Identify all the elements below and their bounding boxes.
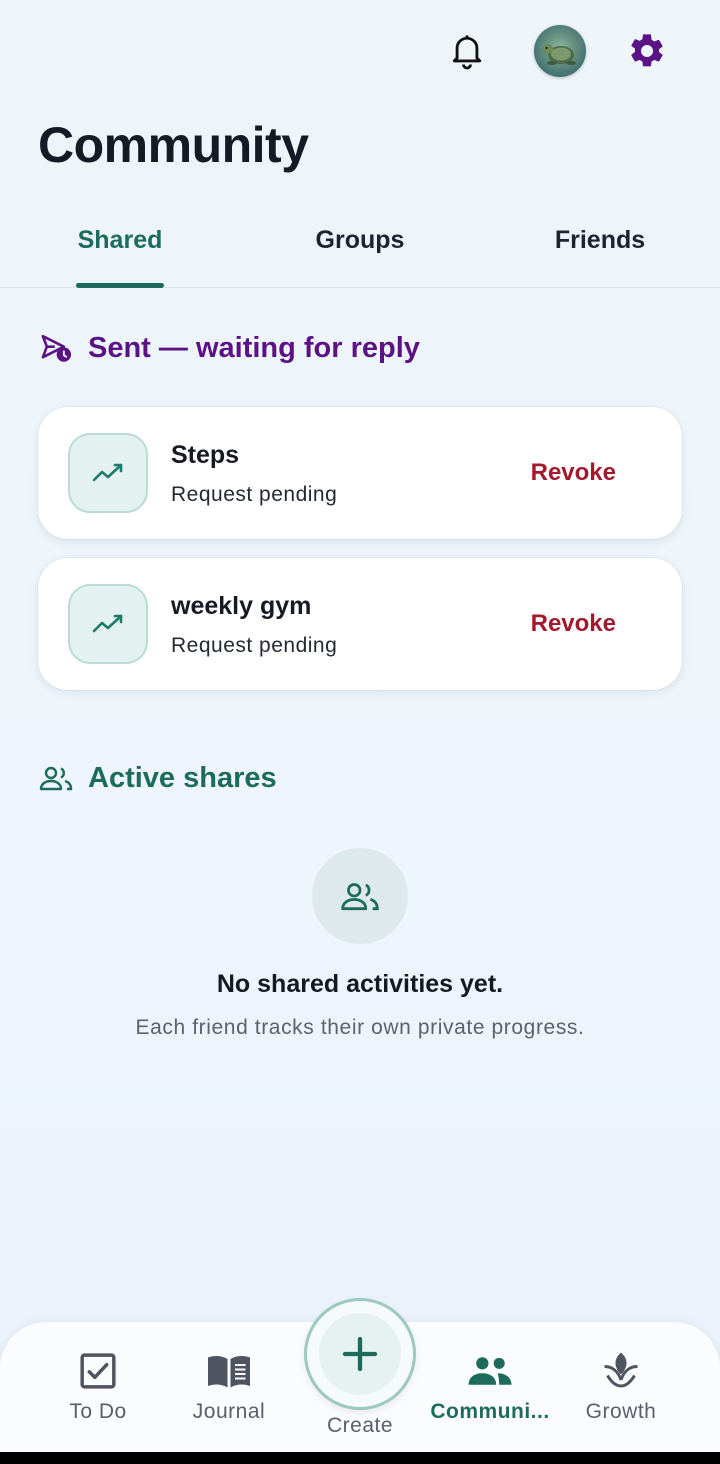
card-status: Request pending — [171, 634, 338, 657]
people-icon — [420, 1348, 560, 1394]
revoke-button[interactable]: Revoke — [531, 459, 616, 487]
nav-label: Growth — [585, 1400, 657, 1423]
nav-label: Communi... — [430, 1400, 550, 1423]
tab-bar: Shared Groups Friends — [0, 212, 720, 288]
empty-state-subtitle: Each friend tracks their own private pro… — [135, 1016, 585, 1039]
empty-state-icon — [312, 848, 408, 944]
nav-label: To Do — [69, 1400, 127, 1423]
create-button[interactable] — [304, 1298, 416, 1410]
empty-state-title: No shared activities yet. — [216, 970, 504, 998]
card-title: weekly gym — [171, 592, 312, 620]
people-icon — [38, 760, 74, 796]
bell-icon[interactable] — [446, 30, 488, 72]
nav-todo[interactable]: To Do — [28, 1348, 168, 1424]
people-icon — [341, 883, 379, 911]
checkbox-icon — [28, 1348, 168, 1394]
revoke-button[interactable]: Revoke — [531, 610, 616, 638]
trending-up-icon — [68, 584, 148, 664]
pending-share-card: weekly gym Request pending Revoke — [38, 558, 682, 690]
nav-growth[interactable]: Growth — [551, 1348, 691, 1424]
sent-section-heading: Sent — waiting for reply — [38, 330, 420, 366]
active-shares-title: Active shares — [88, 761, 277, 794]
card-title: Steps — [171, 441, 240, 469]
page-title: Community — [38, 117, 309, 173]
card-status: Request pending — [171, 483, 338, 506]
sprout-icon — [551, 1348, 691, 1394]
system-navigation-bar — [0, 1452, 720, 1464]
nav-label: Journal — [192, 1400, 266, 1423]
active-shares-heading: Active shares — [38, 760, 277, 796]
top-app-bar — [0, 0, 720, 100]
gear-icon[interactable] — [625, 29, 669, 73]
sent-section-title: Sent — waiting for reply — [88, 331, 420, 364]
pending-share-card: Steps Request pending Revoke — [38, 407, 682, 539]
nav-journal[interactable]: Journal — [159, 1348, 299, 1424]
tab-active-indicator — [76, 283, 164, 288]
avatar[interactable] — [534, 25, 586, 77]
send-clock-icon — [38, 330, 74, 366]
tab-friends[interactable]: Friends — [520, 226, 680, 286]
tab-shared[interactable]: Shared — [40, 226, 200, 286]
create-label: Create — [326, 1414, 394, 1437]
tab-groups[interactable]: Groups — [280, 226, 440, 286]
book-icon — [159, 1348, 299, 1394]
nav-community[interactable]: Communi... — [420, 1348, 560, 1424]
trending-up-icon — [68, 433, 148, 513]
plus-icon — [319, 1313, 401, 1395]
